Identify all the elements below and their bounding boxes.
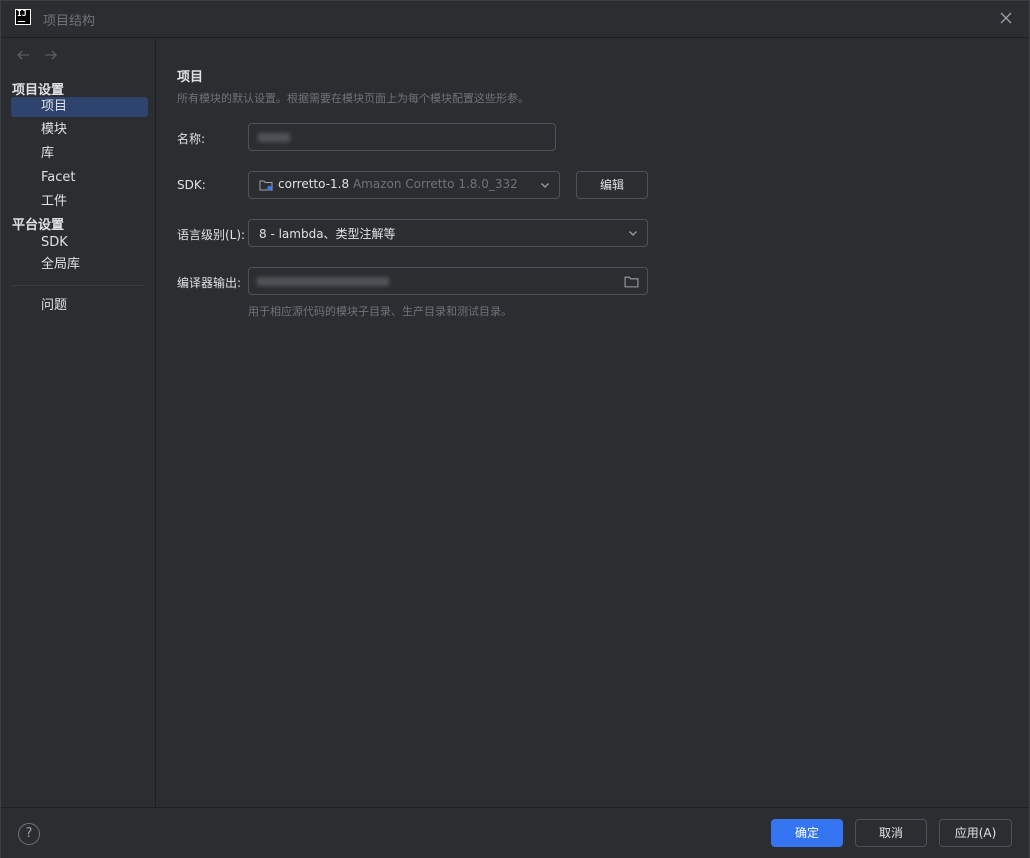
nav-arrows xyxy=(15,47,67,67)
dialog-footer: ? 确定 取消 应用(A) xyxy=(1,807,1029,858)
sidebar-item-artifacts[interactable]: 工件 xyxy=(11,192,148,212)
arrow-left-icon[interactable] xyxy=(15,47,31,63)
project-structure-dialog: 项目结构 项目设置 项目 模块 库 Facet 工件 平台设置 SDK 全局库 … xyxy=(0,0,1030,858)
sdk-dropdown[interactable]: corretto-1.8 Amazon Corretto 1.8.0_332 xyxy=(248,171,560,199)
chevron-down-icon xyxy=(541,183,549,188)
section-platform-settings: 平台设置 xyxy=(12,218,65,233)
folder-icon[interactable] xyxy=(624,275,639,288)
sidebar-item-facet[interactable]: Facet xyxy=(11,168,148,188)
sidebar: 项目设置 项目 模块 库 Facet 工件 平台设置 SDK 全局库 问题 xyxy=(1,39,156,807)
help-icon[interactable]: ? xyxy=(18,823,40,845)
sidebar-item-libraries[interactable]: 库 xyxy=(11,144,148,164)
sidebar-item-modules[interactable]: 模块 xyxy=(11,120,148,140)
sidebar-item-project[interactable]: 项目 xyxy=(11,97,148,117)
name-label: 名称: xyxy=(177,132,206,146)
title-bar: 项目结构 xyxy=(1,1,1029,38)
sidebar-item-global-libraries[interactable]: 全局库 xyxy=(11,255,148,275)
close-icon[interactable] xyxy=(997,9,1015,27)
language-level-label: 语言级别(L): xyxy=(177,228,246,242)
arrow-right-icon[interactable] xyxy=(43,47,59,63)
language-level-dropdown[interactable]: 8 - lambda、类型注解等 xyxy=(248,219,648,247)
name-field[interactable] xyxy=(248,123,556,151)
sdk-value: corretto-1.8 xyxy=(278,177,350,191)
sdk-detail: Amazon Corretto 1.8.0_332 xyxy=(352,177,518,191)
compiler-output-label: 编译器输出: xyxy=(177,276,242,290)
page-title: 项目 xyxy=(177,70,204,85)
ok-button[interactable]: 确定 xyxy=(771,819,843,847)
edit-button[interactable]: 编辑 xyxy=(576,171,648,199)
window-title: 项目结构 xyxy=(43,14,96,29)
section-project-settings: 项目设置 xyxy=(12,83,65,98)
apply-button[interactable]: 应用(A) xyxy=(939,819,1012,847)
cancel-button[interactable]: 取消 xyxy=(855,819,927,847)
language-level-value: 8 - lambda、类型注解等 xyxy=(259,227,396,241)
chevron-down-icon xyxy=(629,231,637,236)
page-description: 所有模块的默认设置。根据需要在模块页面上为每个模块配置这些形参。 xyxy=(177,92,529,105)
intellij-idea-icon xyxy=(15,9,31,25)
main-panel: 项目 所有模块的默认设置。根据需要在模块页面上为每个模块配置这些形参。 名称: … xyxy=(157,39,1029,807)
folder-icon xyxy=(259,180,273,191)
sdk-label: SDK: xyxy=(177,178,206,192)
redacted-text xyxy=(258,133,290,142)
sidebar-item-sdk[interactable]: SDK xyxy=(11,233,148,253)
compiler-output-field[interactable] xyxy=(248,267,648,295)
sidebar-item-problems[interactable]: 问题 xyxy=(11,296,148,316)
sidebar-divider xyxy=(11,285,144,286)
redacted-text xyxy=(257,277,389,286)
compiler-output-hint: 用于相应源代码的模块子目录、生产目录和测试目录。 xyxy=(248,305,512,318)
